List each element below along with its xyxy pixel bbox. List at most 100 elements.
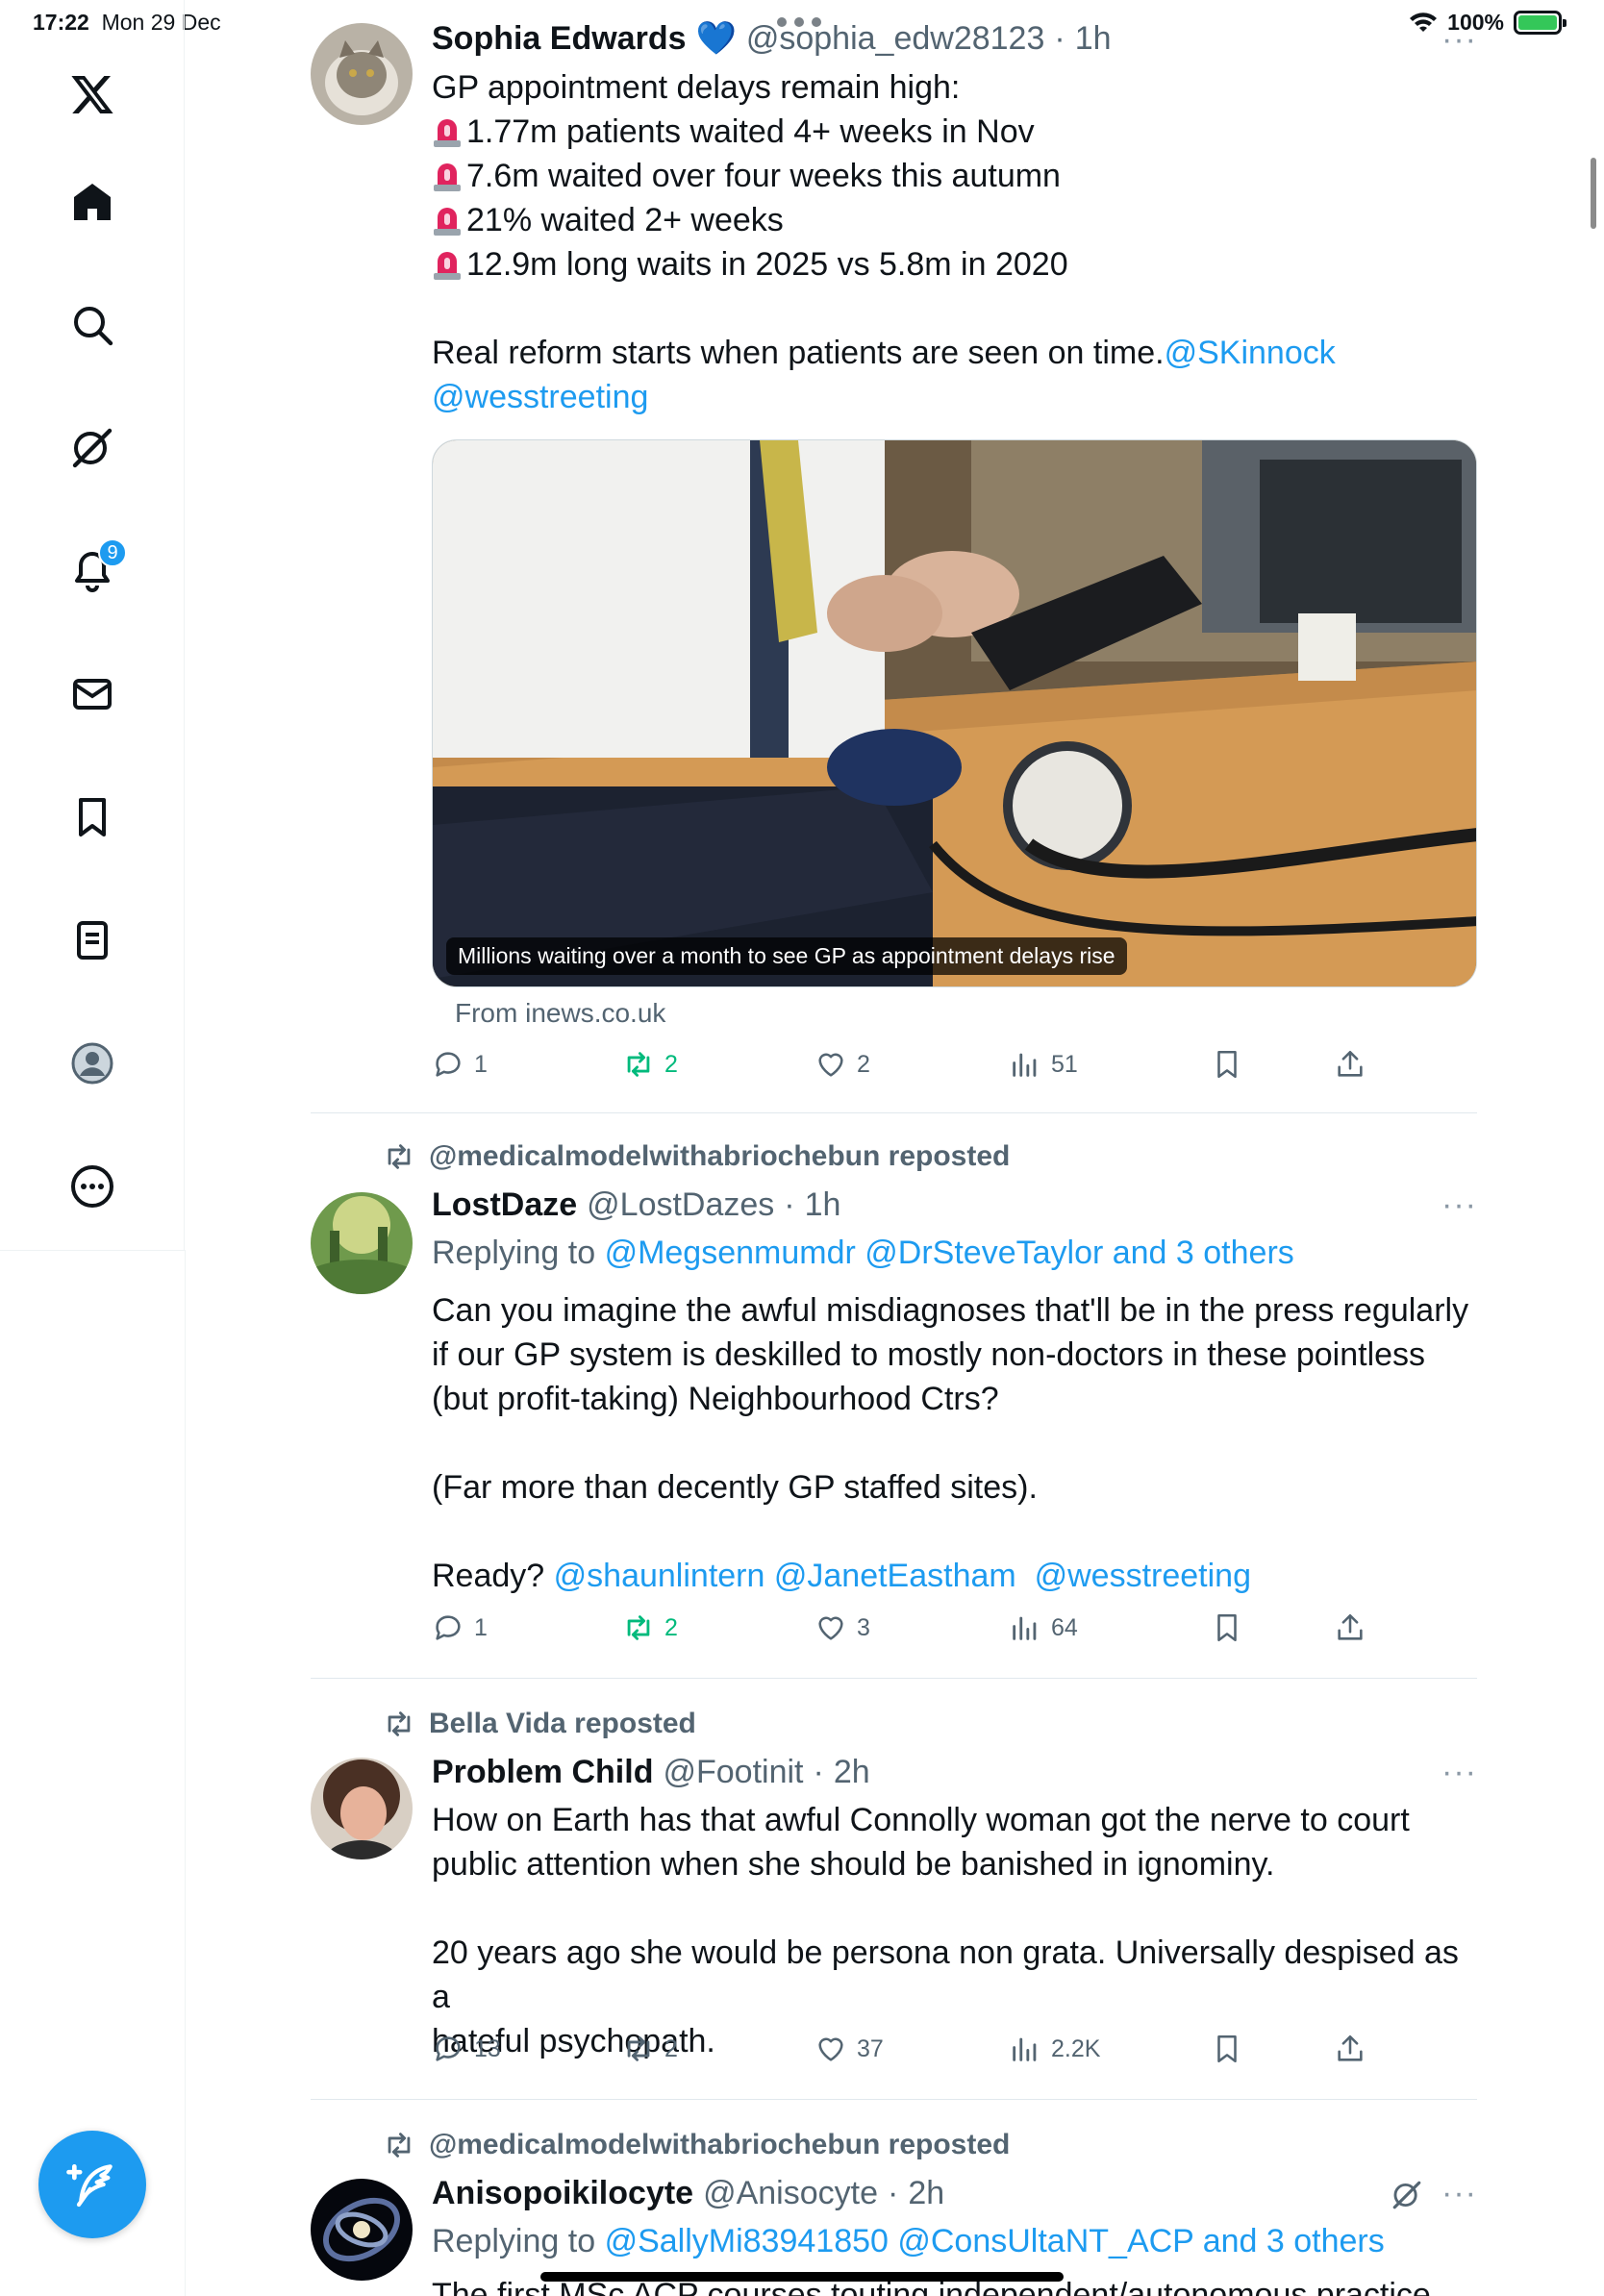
bookmark-button[interactable] bbox=[1211, 2033, 1243, 2065]
text-line: if our GP system is deskilled to mostly … bbox=[432, 1336, 1426, 1373]
avatar[interactable] bbox=[311, 2179, 413, 2281]
views-button[interactable]: 64 bbox=[1009, 1611, 1078, 1644]
tweet-time[interactable]: 2h bbox=[908, 2175, 944, 2212]
reply-button[interactable]: 13 bbox=[432, 2033, 501, 2065]
repost-context[interactable]: Bella Vida reposted bbox=[383, 1708, 696, 1740]
repost-button[interactable]: 2 bbox=[622, 1048, 678, 1081]
share-icon bbox=[1338, 1050, 1363, 1077]
profile-avatar-icon[interactable] bbox=[46, 1017, 138, 1110]
avatar[interactable] bbox=[311, 1192, 413, 1294]
replying-to: Replying to @SallyMi83941850 @ConsUltaNT… bbox=[432, 2223, 1385, 2259]
author-name[interactable]: Sophia Edwards bbox=[432, 20, 687, 58]
repost-context[interactable]: @medicalmodelwithabriochebun reposted bbox=[383, 2129, 1010, 2161]
home-icon[interactable] bbox=[46, 156, 138, 248]
like-button[interactable]: 3 bbox=[815, 1611, 870, 1644]
search-icon[interactable] bbox=[46, 279, 138, 371]
repost-icon bbox=[627, 1052, 650, 1077]
repost-button[interactable]: 2 bbox=[622, 1611, 678, 1644]
text-line: (but profit-taking) Neighbourhood Ctrs? bbox=[432, 1381, 999, 1417]
bookmark-icon bbox=[1217, 1613, 1237, 1642]
reply-button[interactable]: 1 bbox=[432, 1048, 488, 1081]
notifications-bell-icon[interactable]: 9 bbox=[46, 525, 138, 617]
notification-badge: 9 bbox=[98, 538, 127, 567]
reposted-by: Bella Vida reposted bbox=[429, 1708, 696, 1739]
text-line: 7.6m waited over four weeks this autumn bbox=[432, 154, 1477, 198]
share-icon bbox=[1338, 2034, 1363, 2061]
tweet-time[interactable]: 1h bbox=[1075, 20, 1112, 58]
tweet-header: LostDaze @LostDazes · 1h bbox=[432, 1186, 840, 1224]
tweet[interactable]: Bella Vida reposted Problem Child @Footi… bbox=[311, 1679, 1477, 2100]
repost-icon bbox=[627, 2036, 650, 2061]
more-menu-icon[interactable]: ··· bbox=[1441, 2175, 1477, 2212]
views-button[interactable]: 51 bbox=[1009, 1048, 1078, 1081]
grok-icon[interactable] bbox=[1391, 2179, 1423, 2211]
reply-button[interactable]: 1 bbox=[432, 1611, 488, 1644]
mention-link[interactable]: @wesstreeting bbox=[432, 375, 1477, 419]
sidebar: 9 bbox=[0, 0, 185, 1250]
repost-count: 2 bbox=[664, 1613, 678, 1641]
view-count: 2.2K bbox=[1051, 2034, 1101, 2062]
replying-to-link[interactable]: @Megsenmumdr @DrSteveTaylor and 3 others bbox=[605, 1235, 1294, 1271]
like-button[interactable]: 37 bbox=[815, 2033, 884, 2065]
author-handle[interactable]: @LostDazes bbox=[587, 1186, 774, 1224]
siren-emoji-icon bbox=[434, 119, 461, 147]
card-source[interactable]: From inews.co.uk bbox=[455, 998, 665, 1029]
more-menu-icon[interactable]: ··· bbox=[1441, 1754, 1477, 1791]
repost-button[interactable]: 2 bbox=[622, 2033, 678, 2065]
repost-icon bbox=[388, 1711, 411, 1736]
text-line: 20 years ago she would be persona non gr… bbox=[432, 1934, 1459, 2015]
card-caption: Millions waiting over a month to see GP … bbox=[446, 937, 1127, 975]
author-handle[interactable]: @sophia_edw28123 bbox=[746, 20, 1045, 58]
dot-separator: · bbox=[887, 2175, 899, 2211]
link-card-image[interactable]: Millions waiting over a month to see GP … bbox=[432, 439, 1477, 987]
author-name[interactable]: LostDaze bbox=[432, 1186, 577, 1224]
more-menu-icon[interactable]: ··· bbox=[1441, 1186, 1477, 1224]
author-name[interactable]: Anisopoikilocyte bbox=[432, 2175, 693, 2212]
more-menu-icon[interactable]: ··· bbox=[1441, 21, 1477, 59]
like-button[interactable]: 2 bbox=[815, 1048, 870, 1081]
home-indicator[interactable] bbox=[540, 2272, 1064, 2282]
author-handle[interactable]: @Anisocyte bbox=[703, 2175, 878, 2212]
tweet-time[interactable]: 2h bbox=[834, 1754, 870, 1791]
avatar[interactable] bbox=[311, 1758, 413, 1859]
views-button[interactable]: 2.2K bbox=[1009, 2033, 1100, 2065]
tweet[interactable]: Sophia Edwards 💙 @sophia_edw28123 · 1h ·… bbox=[311, 0, 1477, 1113]
replying-to-link[interactable]: @SallyMi83941850 @ConsUltaNT_ACP and 3 o… bbox=[605, 2223, 1385, 2259]
author-handle[interactable]: @Footinit bbox=[663, 1754, 803, 1791]
text-line: Real reform starts when patients are see… bbox=[432, 335, 1336, 371]
bookmark-button[interactable] bbox=[1211, 1611, 1243, 1644]
bookmark-button[interactable] bbox=[1211, 1048, 1243, 1081]
author-name[interactable]: Problem Child bbox=[432, 1754, 653, 1791]
compose-post-button[interactable] bbox=[38, 2131, 146, 2238]
lists-icon[interactable] bbox=[46, 894, 138, 986]
text-line: GP appointment delays remain high: bbox=[432, 69, 961, 106]
tweet[interactable]: @medicalmodelwithabriochebun reposted Lo… bbox=[311, 1113, 1477, 1679]
bookmarks-icon[interactable] bbox=[46, 771, 138, 863]
messages-envelope-icon[interactable] bbox=[46, 648, 138, 740]
reply-icon bbox=[436, 1615, 461, 1640]
share-button[interactable] bbox=[1334, 1611, 1366, 1644]
repost-icon bbox=[627, 1615, 650, 1640]
tweet-time[interactable]: 1h bbox=[805, 1186, 841, 1224]
views-bar-icon bbox=[1013, 1053, 1037, 1077]
tweet-header: Problem Child @Footinit · 2h bbox=[432, 1754, 870, 1791]
grok-icon[interactable] bbox=[46, 402, 138, 494]
siren-emoji-icon bbox=[434, 163, 461, 191]
tweet-text: Can you imagine the awful misdiagnoses t… bbox=[432, 1288, 1477, 1598]
mention-link[interactable]: @SKinnock bbox=[1165, 335, 1336, 371]
avatar[interactable] bbox=[311, 23, 413, 125]
mention-link[interactable]: @shaunlintern @JanetEastham @wesstreetin… bbox=[554, 1558, 1251, 1594]
scrollbar-thumb[interactable] bbox=[1591, 158, 1596, 229]
heart-icon bbox=[818, 2037, 843, 2061]
tweet[interactable]: @medicalmodelwithabriochebun reposted An… bbox=[311, 2100, 1477, 2296]
dot-separator: · bbox=[1054, 20, 1065, 57]
dot-separator: · bbox=[784, 1186, 795, 1223]
repost-context[interactable]: @medicalmodelwithabriochebun reposted bbox=[383, 1140, 1010, 1173]
more-options-icon[interactable] bbox=[46, 1140, 138, 1233]
tweet-actions: 13 2 37 2.2K bbox=[432, 2033, 1393, 2071]
share-button[interactable] bbox=[1334, 1048, 1366, 1081]
text-line: How on Earth has that awful Connolly wom… bbox=[432, 1802, 1410, 1838]
sidebar-divider bbox=[0, 1250, 185, 1251]
share-button[interactable] bbox=[1334, 2033, 1366, 2065]
x-logo-icon[interactable] bbox=[46, 48, 138, 140]
